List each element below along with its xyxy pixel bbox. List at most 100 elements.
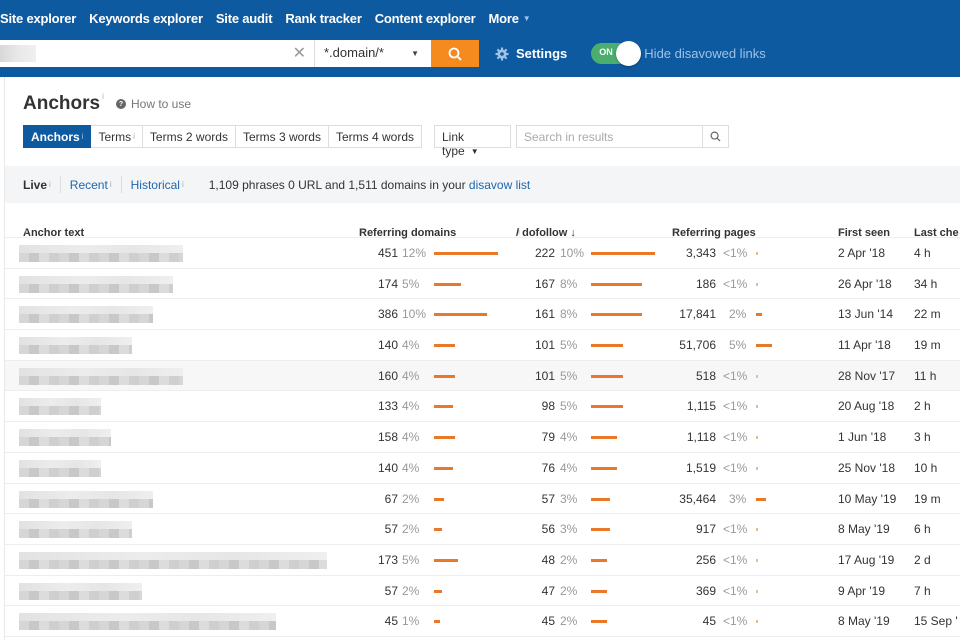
dofollow-value[interactable]: 79	[542, 430, 555, 444]
referring-pages-value[interactable]: 186	[696, 277, 716, 291]
info-icon: i	[674, 227, 676, 236]
tab-terms[interactable]: Terms i	[91, 125, 143, 148]
dofollow-pct: 3%	[560, 522, 578, 537]
referring-pages-value[interactable]: 1,118	[687, 430, 716, 444]
page-title: Anchors i	[23, 92, 104, 115]
filter-historical[interactable]: Historical i	[122, 176, 193, 193]
referring-pages-value[interactable]: 51,706	[679, 338, 716, 352]
url-input[interactable]: ✕	[0, 40, 314, 67]
dofollow-value[interactable]: 222	[535, 246, 555, 260]
anchor-text-blurred[interactable]	[19, 582, 142, 600]
clear-icon[interactable]: ✕	[293, 43, 306, 63]
referring-pages-value[interactable]: 917	[696, 522, 716, 536]
referring-pages-value[interactable]: 1,519	[686, 461, 716, 475]
blur-line	[19, 337, 132, 346]
referring-pages-value[interactable]: 369	[696, 584, 716, 598]
referring-domains-value[interactable]: 57	[385, 584, 398, 598]
first-seen-value: 11 Apr '18	[838, 338, 891, 353]
dofollow-bar	[591, 252, 655, 255]
dofollow-value[interactable]: 101	[535, 338, 555, 352]
dofollow-value[interactable]: 56	[542, 522, 555, 536]
referring-domains-pct: 2%	[402, 491, 420, 506]
dofollow-value[interactable]: 76	[542, 461, 555, 475]
tab-terms-2-words[interactable]: Terms 2 words	[142, 125, 236, 148]
referring-domains-value[interactable]: 160	[378, 369, 398, 383]
nav-content-explorer[interactable]: Content explorer	[375, 11, 476, 26]
settings-button[interactable]: Settings	[495, 46, 567, 61]
dofollow-value[interactable]: 101	[535, 369, 555, 383]
anchor-text-blurred[interactable]	[19, 459, 101, 477]
anchor-text-blurred[interactable]	[19, 398, 101, 416]
nav-site-explorer[interactable]: Site explorer	[0, 11, 76, 26]
referring-pages-value[interactable]: 35,464	[679, 492, 716, 506]
dofollow-pct: 10%	[560, 246, 585, 260]
nav-rank-tracker[interactable]: Rank tracker	[285, 11, 362, 26]
referring-domains-value[interactable]: 67	[385, 492, 398, 506]
hide-disavowed-toggle[interactable]: ON	[591, 41, 642, 66]
dofollow-value[interactable]: 98	[542, 399, 555, 413]
nav-site-audit[interactable]: Site audit	[216, 11, 273, 26]
anchor-text-blurred[interactable]	[19, 275, 173, 293]
how-to-use-link[interactable]: ? How to use	[116, 97, 191, 111]
referring-pages-value[interactable]: 518	[696, 369, 716, 383]
dofollow-pct: 2%	[560, 583, 578, 598]
tab-terms-4-words[interactable]: Terms 4 words	[328, 125, 423, 148]
anchor-text-blurred[interactable]	[19, 337, 132, 355]
anchor-text-blurred[interactable]	[19, 551, 327, 569]
table-row: 386 10% 161 8% 17,841 2% 13 Jun '14 22 m	[5, 299, 960, 331]
search-results-button[interactable]	[702, 126, 728, 147]
table-body: 451 12% 222 10% 3,343 <1% 2 Apr '18 4 h 174 5% 167…	[5, 238, 960, 637]
table-row: 173 5% 48 2% 256 <1% 17 Aug '19 2 d	[5, 545, 960, 576]
referring-domains-value[interactable]: 386	[378, 307, 398, 321]
dofollow-value[interactable]: 45	[542, 614, 555, 628]
nav-more[interactable]: More ▼	[489, 11, 531, 26]
dofollow-value[interactable]: 47	[542, 584, 555, 598]
blur-line	[19, 345, 132, 355]
referring-pages-value[interactable]: 17,841	[679, 307, 716, 321]
referring-domains-pct: 2%	[402, 522, 420, 537]
referring-domains-bar	[434, 374, 456, 378]
anchor-text-blurred[interactable]	[19, 429, 111, 447]
how-to-use-label: How to use	[131, 97, 192, 111]
anchor-text-blurred[interactable]	[19, 613, 276, 631]
filter-recent[interactable]: Recent i	[61, 176, 122, 193]
referring-pages-value[interactable]: 45	[703, 614, 716, 628]
last-checked-value: 2 d	[914, 552, 931, 567]
dofollow-value[interactable]: 161	[535, 307, 555, 321]
dofollow-value[interactable]: 57	[542, 492, 555, 506]
tab-terms-3-words[interactable]: Terms 3 words	[235, 125, 329, 148]
anchor-text-blurred[interactable]	[19, 490, 153, 508]
info-icon[interactable]: i	[102, 92, 104, 101]
search-results-input[interactable]	[517, 126, 702, 147]
dofollow-value[interactable]: 48	[542, 553, 555, 567]
referring-pages-value[interactable]: 1,115	[687, 399, 716, 413]
referring-domains-value[interactable]: 140	[378, 338, 398, 352]
referring-domains-value[interactable]: 45	[385, 614, 398, 628]
referring-domains-value[interactable]: 140	[378, 461, 398, 475]
referring-pages-value[interactable]: 3,343	[686, 246, 716, 260]
referring-domains-value[interactable]: 133	[378, 399, 398, 413]
info-icon: i	[109, 180, 112, 189]
referring-domains-value[interactable]: 158	[378, 430, 398, 444]
link-type-label: Link type	[442, 130, 465, 158]
anchor-text-blurred[interactable]	[19, 521, 132, 539]
link-type-dropdown[interactable]: Link type ▼	[434, 125, 511, 158]
disavow-list-link[interactable]: disavow list	[469, 178, 530, 192]
referring-domains-value[interactable]: 57	[385, 522, 398, 536]
referring-domains-value[interactable]: 174	[378, 277, 398, 291]
filter-live[interactable]: Live i	[5, 176, 61, 193]
referring-domains-value[interactable]: 451	[378, 246, 398, 260]
blur-line	[19, 498, 153, 508]
referring-domains-value[interactable]: 173	[378, 553, 398, 567]
mode-select[interactable]: *.domain/* ▼	[314, 40, 431, 67]
search-button[interactable]	[431, 40, 479, 67]
anchor-text-blurred[interactable]	[19, 245, 183, 262]
dofollow-value[interactable]: 167	[535, 277, 555, 291]
anchor-text-blurred[interactable]	[19, 306, 153, 324]
nav-keywords-explorer[interactable]: Keywords explorer	[89, 11, 203, 26]
referring-pages-bar	[756, 252, 758, 255]
last-checked-value: 2 h	[914, 399, 931, 414]
tab-anchors[interactable]: Anchors i	[23, 125, 92, 148]
referring-pages-value[interactable]: 256	[696, 553, 716, 567]
anchor-text-blurred[interactable]	[19, 367, 183, 385]
